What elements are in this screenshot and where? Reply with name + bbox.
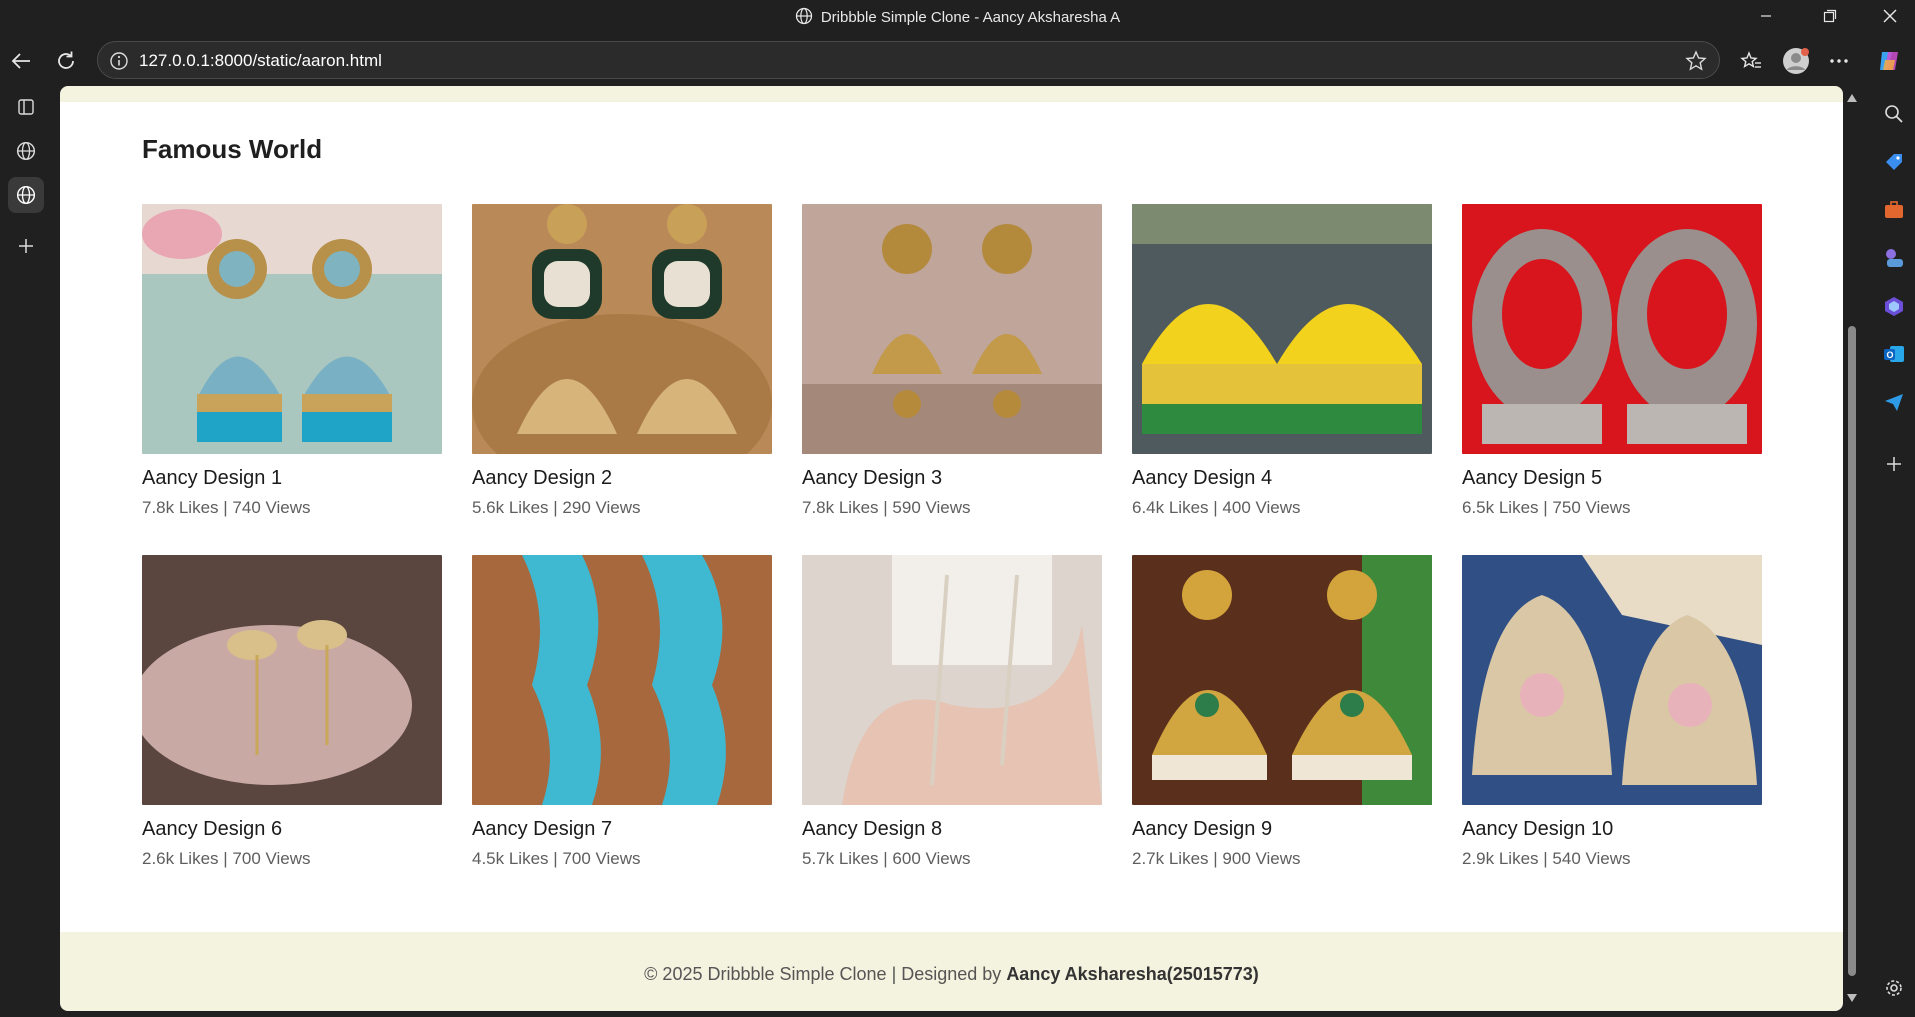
page-footer: © 2025 Dribbble Simple Clone | Designed … [60,932,1843,1011]
design-stats: 2.9k Likes | 540 Views [1462,849,1631,868]
page-viewport: Famous World Aancy Design 1 7.8k Likes |… [60,86,1843,1011]
scrollbar-thumb[interactable] [1848,326,1856,976]
design-card[interactable]: Aancy Design 6 2.6k Likes | 700 Views [142,555,442,869]
more-options-icon[interactable] [1823,45,1855,77]
design-stats: 5.7k Likes | 600 Views [802,849,971,868]
profile-avatar[interactable] [1780,45,1812,77]
design-card[interactable]: Aancy Design 8 5.7k Likes | 600 Views [802,555,1102,869]
browser-toolbar: 127.0.0.1:8000/static/aaron.html [0,36,1915,86]
peacock-gold-earrings-image[interactable] [1132,555,1432,805]
tools-briefcase-icon[interactable] [1882,198,1906,222]
aqua-crystal-earrings-image[interactable] [472,555,772,805]
gold-temple-earrings-image[interactable] [802,204,1102,454]
design-stats: 2.6k Likes | 700 Views [142,849,311,868]
design-name[interactable]: Aancy Design 10 [1462,818,1762,841]
shopping-tag-icon[interactable] [1882,150,1906,174]
footer-author: Aancy Aksharesha(25015773) [1006,964,1259,984]
edge-sidebar: O [1873,86,1915,1017]
tab-actions-icon[interactable] [8,89,44,125]
tab-globe-icon[interactable] [8,133,44,169]
design-name[interactable]: Aancy Design 9 [1132,818,1432,841]
scroll-down-arrow-icon[interactable] [1847,994,1857,1002]
page-scrollbar[interactable] [1843,86,1861,1011]
games-icon[interactable] [1882,246,1906,270]
design-card[interactable]: Aancy Design 2 5.6k Likes | 290 Views [472,204,772,518]
design-name[interactable]: Aancy Design 3 [802,467,1102,490]
design-card[interactable]: Aancy Design 4 6.4k Likes | 400 Views [1132,204,1432,518]
new-tab-plus-icon[interactable] [8,228,44,264]
design-stats: 5.6k Likes | 290 Views [472,498,641,517]
send-icon[interactable] [1882,390,1906,414]
tab-active-globe-icon[interactable] [8,177,44,213]
site-info-icon[interactable] [109,51,129,76]
favorites-button[interactable] [1735,45,1767,77]
turquoise-jhumka-image[interactable] [142,204,442,454]
copilot-app-icon[interactable] [1882,294,1906,318]
silver-chandbali-image[interactable] [1462,204,1762,454]
maximize-button[interactable] [1807,0,1853,32]
kundan-jhumka-image[interactable] [472,204,772,454]
window-title: Dribbble Simple Clone - Aancy Aksharesha… [820,9,1121,26]
design-stats: 7.8k Likes | 590 Views [802,498,971,517]
window-title-bar: Dribbble Simple Clone - Aancy Aksharesha… [0,0,1915,32]
copilot-icon[interactable] [1873,45,1905,77]
add-sidebar-app-icon[interactable] [1882,452,1906,476]
design-name[interactable]: Aancy Design 8 [802,818,1102,841]
design-card[interactable]: Aancy Design 1 7.8k Likes | 740 Views [142,204,442,518]
url-text: 127.0.0.1:8000/static/aaron.html [139,51,382,70]
design-name[interactable]: Aancy Design 6 [142,818,442,841]
design-card[interactable]: Aancy Design 5 6.5k Likes | 750 Views [1462,204,1762,518]
search-icon[interactable] [1882,102,1906,126]
globe-icon [795,7,813,29]
design-stats: 6.5k Likes | 750 Views [1462,498,1631,517]
back-button[interactable] [5,45,37,77]
design-name[interactable]: Aancy Design 7 [472,818,772,841]
design-name[interactable]: Aancy Design 5 [1462,467,1762,490]
favorite-star-icon[interactable] [1685,50,1707,77]
address-bar[interactable]: 127.0.0.1:8000/static/aaron.html [97,41,1720,79]
close-window-button[interactable] [1867,0,1913,32]
design-stats: 7.8k Likes | 740 Views [142,498,311,517]
design-card[interactable]: Aancy Design 3 7.8k Likes | 590 Views [802,204,1102,518]
design-card[interactable]: Aancy Design 7 4.5k Likes | 700 Views [472,555,772,869]
footer-text: © 2025 Dribbble Simple Clone | Designed … [644,964,1007,984]
design-card[interactable]: Aancy Design 9 2.7k Likes | 900 Views [1132,555,1432,869]
design-stats: 4.5k Likes | 700 Views [472,849,641,868]
vertical-tab-strip [0,86,52,1017]
bow-drop-earrings-image[interactable] [142,555,442,805]
outlook-icon[interactable]: O [1882,342,1906,366]
yellow-enamel-jhumka-image[interactable] [1132,204,1432,454]
settings-gear-icon[interactable] [1882,976,1906,1000]
design-stats: 2.7k Likes | 900 Views [1132,849,1301,868]
design-name[interactable]: Aancy Design 1 [142,467,442,490]
design-name[interactable]: Aancy Design 2 [472,467,772,490]
design-card[interactable]: Aancy Design 10 2.9k Likes | 540 Views [1462,555,1762,869]
svg-text:O: O [1887,350,1894,360]
design-stats: 6.4k Likes | 400 Views [1132,498,1301,517]
page-content: Famous World Aancy Design 1 7.8k Likes |… [60,102,1843,932]
section-title: Famous World [142,134,323,164]
design-name[interactable]: Aancy Design 4 [1132,467,1432,490]
refresh-button[interactable] [50,45,82,77]
pearl-thread-earrings-image[interactable] [802,555,1102,805]
pink-kundan-earrings-image[interactable] [1462,555,1762,805]
minimize-button[interactable] [1743,0,1789,32]
scroll-up-arrow-icon[interactable] [1847,94,1857,102]
